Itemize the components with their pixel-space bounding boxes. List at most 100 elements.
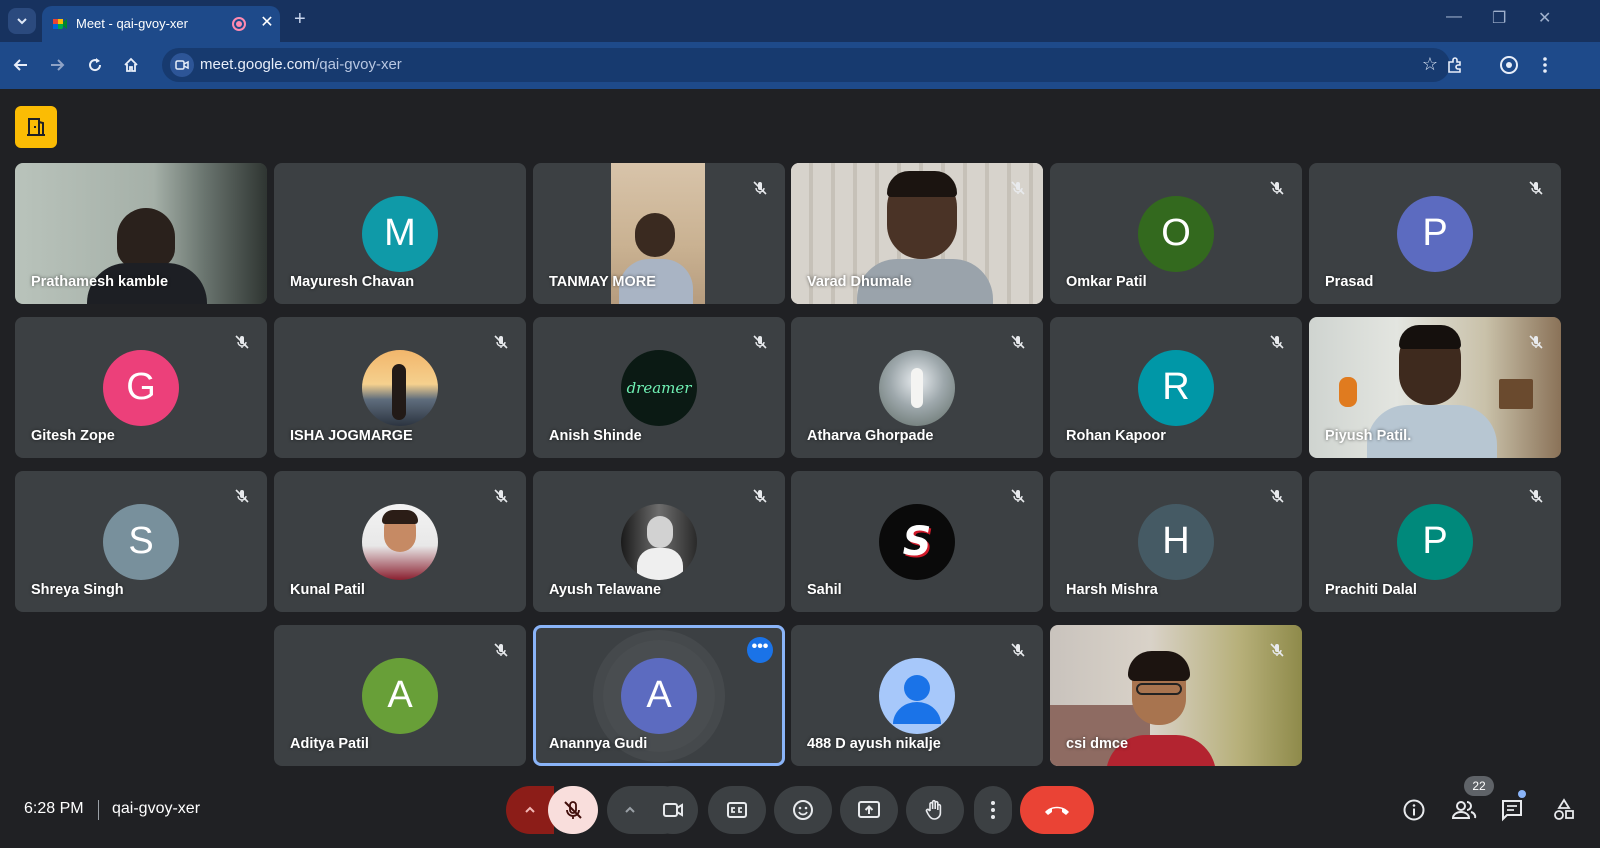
participant-name: TANMAY MORE xyxy=(549,274,656,290)
participant-tile[interactable]: P Prasad xyxy=(1309,163,1561,304)
camera-site-icon xyxy=(175,60,189,70)
participant-tile[interactable]: ISHA JOGMARGE xyxy=(274,317,526,458)
profile-icon xyxy=(1500,56,1518,74)
meeting-code[interactable]: qai-gvoy-xer xyxy=(112,800,200,818)
participant-tile[interactable]: R Rohan Kapoor xyxy=(1050,317,1302,458)
participant-tile[interactable]: 488 D ayush nikalje xyxy=(791,625,1043,766)
extensions-button[interactable] xyxy=(1442,52,1468,78)
avatar: A xyxy=(621,657,697,734)
chat-button[interactable] xyxy=(1498,796,1526,824)
hand-icon xyxy=(925,799,942,820)
present-screen-button[interactable] xyxy=(840,786,898,834)
participant-tile[interactable]: Varad Dhumale xyxy=(791,163,1043,304)
muted-mic-icon xyxy=(1525,485,1547,507)
participant-tile[interactable]: TANMAY MORE xyxy=(533,163,785,304)
back-button[interactable] xyxy=(8,52,34,78)
participant-name: Aditya Patil xyxy=(290,736,369,752)
chat-icon xyxy=(1502,800,1522,822)
participant-name: csi dmce xyxy=(1066,736,1129,752)
person-head xyxy=(117,208,175,268)
participant-tile[interactable]: S Sahil xyxy=(791,471,1043,612)
bookmark-star-icon[interactable]: ☆ xyxy=(1422,54,1438,75)
person-head xyxy=(635,213,675,257)
captions-button[interactable] xyxy=(708,786,766,834)
profile-button[interactable] xyxy=(1496,52,1522,78)
participant-tile[interactable]: A Aditya Patil xyxy=(274,625,526,766)
tab-search-button[interactable] xyxy=(8,8,36,34)
call-end-icon xyxy=(1045,806,1069,815)
muted-mic-icon xyxy=(1007,485,1029,507)
participant-tile[interactable]: O Omkar Patil xyxy=(1050,163,1302,304)
participant-name: Anannya Gudi xyxy=(549,736,648,752)
muted-mic-icon xyxy=(1266,177,1288,199)
silhouette xyxy=(911,367,923,408)
participant-tile[interactable]: P Prachiti Dalal xyxy=(1309,471,1561,612)
avatar-initial: P xyxy=(1422,520,1448,562)
participant-tile[interactable]: dreamer Anish Shinde xyxy=(533,317,785,458)
participant-name: Ayush Telawane xyxy=(549,582,662,598)
muted-mic-icon xyxy=(749,177,771,199)
face xyxy=(647,515,673,548)
meeting-time: 6:28 PM xyxy=(24,800,84,817)
participant-name: Mayuresh Chavan xyxy=(290,274,415,290)
home-button[interactable] xyxy=(118,52,144,78)
profile-photo-avatar: S xyxy=(879,503,955,580)
participant-name: Varad Dhumale xyxy=(807,274,912,290)
background-decor xyxy=(1339,377,1357,407)
muted-mic-icon xyxy=(231,485,253,507)
site-info-button[interactable] xyxy=(170,53,194,77)
participant-tile[interactable]: Piyush Patil. xyxy=(1309,317,1561,458)
browser-tab-meet[interactable]: Meet - qai-gvoy-xer ✕ xyxy=(42,6,280,42)
participant-tile[interactable]: Atharva Ghorpade xyxy=(791,317,1043,458)
tab-close-button[interactable]: ✕ xyxy=(256,12,278,34)
participant-tile[interactable]: S Shreya Singh xyxy=(15,471,267,612)
camera-toggle-button[interactable] xyxy=(648,786,698,834)
participant-tile-self[interactable]: A ••• Anannya Gudi xyxy=(533,625,785,766)
recording-indicator-icon xyxy=(232,17,246,31)
muted-mic-icon xyxy=(1007,639,1029,661)
person-hair xyxy=(887,171,957,197)
new-tab-button[interactable]: + xyxy=(294,8,306,31)
participant-tile[interactable]: M Mayuresh Chavan xyxy=(274,163,526,304)
raise-hand-button[interactable] xyxy=(906,786,964,834)
muted-mic-icon xyxy=(1525,177,1547,199)
more-options-button[interactable] xyxy=(974,786,1012,834)
reload-button[interactable] xyxy=(82,52,108,78)
arrow-left-icon xyxy=(13,59,27,71)
participant-tile[interactable]: Ayush Telawane xyxy=(533,471,785,612)
mic-off-icon xyxy=(564,801,582,819)
avatar: P xyxy=(1397,195,1473,272)
participant-tile[interactable]: Kunal Patil xyxy=(274,471,526,612)
participant-name: Anish Shinde xyxy=(549,428,642,444)
microphone-toggle-button[interactable] xyxy=(548,786,598,834)
forward-button[interactable] xyxy=(44,52,70,78)
profile-photo-avatar xyxy=(879,349,955,426)
activities-button[interactable] xyxy=(1550,796,1578,824)
closed-caption-icon xyxy=(727,802,747,818)
chevron-up-icon xyxy=(525,806,535,813)
participant-tile[interactable]: Prathamesh kamble xyxy=(15,163,267,304)
participant-tile[interactable]: G Gitesh Zope xyxy=(15,317,267,458)
browser-tab-bar: Meet - qai-gvoy-xer ✕ + — ❐ ✕ xyxy=(0,0,1600,42)
address-bar[interactable]: meet.google.com/qai-gvoy-xer ☆ xyxy=(162,48,1450,82)
profile-photo-avatar xyxy=(621,503,697,580)
door-icon xyxy=(27,118,45,136)
emoji-icon xyxy=(793,800,813,820)
restore-button[interactable]: ❐ xyxy=(1492,8,1506,28)
minimize-button[interactable]: — xyxy=(1446,8,1462,26)
participant-count-badge: 22 xyxy=(1464,776,1494,796)
browser-menu-button[interactable] xyxy=(1532,52,1558,78)
avatar-initial: S xyxy=(128,520,154,562)
participant-tile[interactable]: csi dmce xyxy=(1050,625,1302,766)
people-button[interactable] xyxy=(1450,796,1478,824)
leave-call-button[interactable] xyxy=(1020,786,1094,834)
tile-more-options-button[interactable]: ••• xyxy=(747,637,773,663)
companion-mode-button[interactable] xyxy=(15,106,57,148)
url-path: /qai-gvoy-xer xyxy=(315,56,402,73)
avatar: M xyxy=(362,195,438,272)
reactions-button[interactable] xyxy=(774,786,832,834)
audio-options-button[interactable] xyxy=(506,786,554,834)
participant-tile[interactable]: H Harsh Mishra xyxy=(1050,471,1302,612)
window-close-button[interactable]: ✕ xyxy=(1538,8,1551,28)
meeting-details-button[interactable] xyxy=(1400,796,1428,824)
